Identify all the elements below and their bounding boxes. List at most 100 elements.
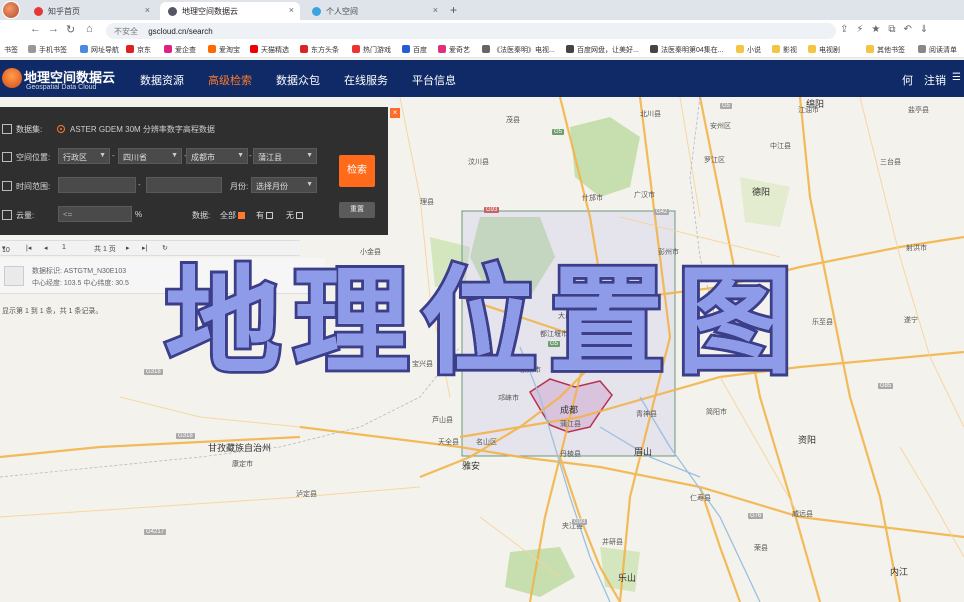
bookmark-item[interactable]: 影视 — [772, 45, 797, 55]
map-town-label: 芦山县 — [432, 417, 453, 424]
reset-button[interactable]: 重置 — [339, 202, 375, 218]
bookmark-item[interactable]: 书签 — [4, 45, 18, 55]
map-town-label: 泸定县 — [296, 491, 317, 498]
not-secure-label: 不安全 — [114, 27, 138, 36]
cloud-input[interactable]: <= — [58, 206, 132, 222]
bookmark-item[interactable]: 手机书签 — [28, 45, 67, 55]
nav-online-services[interactable]: 在线服务 — [344, 72, 388, 88]
highway-shield: G318 — [144, 369, 163, 375]
user-name[interactable]: 何 — [902, 72, 913, 88]
bookmarks-bar: 书签 手机书签 网址导航 京东 爱企查 爱淘宝 天猫精选 东方头条 热门游戏 百… — [0, 42, 964, 58]
logout-link[interactable]: 注销 — [924, 72, 946, 88]
map-town-label: 中江县 — [770, 143, 791, 150]
map-town-label: 茂县 — [506, 117, 520, 124]
bookmark-item[interactable]: 百度 — [402, 45, 427, 55]
page-size-select[interactable]: 10 ▾ — [2, 244, 10, 254]
last-page-icon[interactable]: ▸| — [142, 244, 147, 252]
bookmark-item[interactable]: 百度网盘，让美好... — [566, 45, 639, 55]
cloud-label: 云量: — [16, 211, 35, 220]
option-has[interactable]: 有 — [256, 210, 273, 221]
province-select[interactable]: 四川省 ▼ — [118, 148, 182, 164]
address-input[interactable]: 不安全 gscloud.cn/search — [106, 23, 836, 39]
result-item[interactable]: 数据标识: ASTGTM_N30E103 中心经度: 103.5 中心纬度: 3… — [0, 258, 325, 294]
result-thumbnail[interactable] — [4, 266, 24, 286]
map-town-label: 罗江区 — [704, 157, 725, 164]
refresh-icon[interactable]: ↻ — [162, 244, 168, 252]
bookmark-item[interactable]: 网址导航 — [80, 45, 119, 55]
site-logo-subtitle: Geospatial Data Cloud — [26, 84, 97, 91]
new-tab-icon[interactable]: + — [450, 3, 457, 17]
map-town-label: 汶川县 — [468, 159, 489, 166]
cloud-icon — [2, 210, 12, 220]
bookmark-item[interactable]: 热门游戏 — [352, 45, 391, 55]
map-town-label: 北川县 — [640, 111, 661, 118]
separator: - — [112, 151, 115, 160]
profile-avatar[interactable] — [2, 1, 20, 19]
end-date-input[interactable] — [146, 177, 222, 193]
month-select[interactable]: 选择月份 ▼ — [251, 177, 317, 193]
city-select[interactable]: 成都市 ▼ — [186, 148, 248, 164]
address-bar-row: ← → ↻ ⌂ 不安全 gscloud.cn/search ⇪⚡★⧉↶⇓ — [0, 20, 964, 42]
next-page-icon[interactable]: ▸ — [126, 244, 130, 252]
prev-page-icon[interactable]: ◂ — [44, 244, 48, 252]
chevron-down-icon: ▼ — [306, 152, 313, 159]
bookmark-item[interactable]: 电视剧 — [808, 45, 840, 55]
page-number-input[interactable]: 1 — [62, 244, 66, 251]
home-icon[interactable]: ⌂ — [86, 23, 93, 35]
dataset-value[interactable]: ASTER GDEM 30M 分辨率数字高程数据 — [70, 124, 215, 135]
collapse-panel-button[interactable]: × — [390, 108, 400, 118]
tab-personal[interactable]: 个人空间 × — [304, 2, 444, 20]
bookmark-item[interactable]: 爱奇艺 — [438, 45, 470, 55]
nav-advanced-search[interactable]: 高级检索 — [208, 72, 252, 88]
highway-shield: G5 — [552, 129, 565, 135]
url-text: gscloud.cn/search — [148, 27, 213, 36]
close-icon[interactable]: × — [145, 5, 150, 15]
reload-icon[interactable]: ↻ — [66, 23, 75, 36]
bookmark-item[interactable]: 《法医秦明》电视... — [482, 45, 555, 55]
menu-icon[interactable]: ☰ — [952, 72, 961, 83]
back-icon[interactable]: ← — [30, 23, 41, 35]
nav-data-resources[interactable]: 数据资源 — [140, 72, 184, 88]
dataset-radio[interactable] — [57, 125, 65, 133]
option-all[interactable]: 全部 — [220, 210, 245, 221]
map-town-label: 江油市 — [798, 107, 819, 114]
close-icon[interactable]: × — [289, 5, 294, 15]
dataset-label: 数据集: — [16, 125, 43, 134]
forward-icon[interactable]: → — [48, 23, 59, 35]
bookmark-item[interactable]: 天猫精选 — [250, 45, 289, 55]
bookmark-item[interactable]: 东方头条 — [300, 45, 339, 55]
district-select[interactable]: 蒲江县 ▼ — [253, 148, 317, 164]
map-town-label: 乐至县 — [812, 319, 833, 326]
bookmark-item[interactable]: 法医秦明第04集在... — [650, 45, 724, 55]
tab-zhihu[interactable]: 知乎首页 × — [26, 2, 156, 20]
globe-icon — [168, 7, 177, 16]
nav-crowdsourcing[interactable]: 数据众包 — [276, 72, 320, 88]
checkbox-has — [266, 212, 273, 219]
map-town-label: 丹棱县 — [560, 451, 581, 458]
highway-shield: G42 — [654, 209, 670, 215]
bookmark-item[interactable]: 其他书签 — [866, 45, 905, 55]
bookmark-item[interactable]: 小说 — [736, 45, 761, 55]
tab-gscloud[interactable]: 地理空间数据云 × — [160, 2, 300, 20]
chevron-down-icon: ▼ — [99, 152, 106, 159]
checkbox-none — [296, 212, 303, 219]
nav-platform-info[interactable]: 平台信息 — [412, 72, 456, 88]
close-icon[interactable]: × — [433, 5, 438, 15]
highway-shield: G5 — [720, 103, 733, 109]
bookmark-item[interactable]: 爱企查 — [164, 45, 196, 55]
results-pager: 10 ▾ |◂ ◂ 1 共 1 页 ▸ ▸| ↻ — [0, 240, 300, 256]
time-label: 时间范围: — [16, 182, 51, 191]
map-town-label: 天全县 — [438, 439, 459, 446]
browser-toolbar-icons[interactable]: ⇪⚡★⧉↶⇓ — [840, 24, 936, 35]
search-button[interactable]: 检索 — [339, 155, 375, 187]
region-type-select[interactable]: 行政区 ▼ — [58, 148, 110, 164]
map-town-label: 大邑县 — [558, 313, 579, 320]
bookmark-item[interactable]: 爱淘宝 — [208, 45, 240, 55]
bookmark-item[interactable]: 阅读清单 — [918, 45, 957, 55]
start-date-input[interactable] — [58, 177, 136, 193]
result-action-icon[interactable] — [312, 311, 326, 323]
first-page-icon[interactable]: |◂ — [26, 244, 31, 252]
highway-shield: G85 — [878, 383, 894, 389]
option-none[interactable]: 无 — [286, 210, 303, 221]
bookmark-item[interactable]: 京东 — [126, 45, 151, 55]
